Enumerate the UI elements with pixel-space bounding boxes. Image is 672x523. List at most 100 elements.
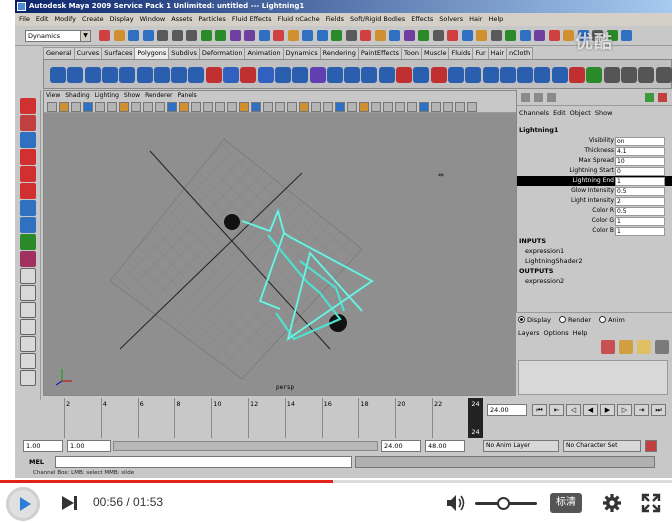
next-icon[interactable]	[60, 495, 80, 511]
menu-item-create[interactable]: Create	[82, 15, 104, 23]
menu-item-fields[interactable]: Fields	[326, 15, 344, 23]
status-line-tool-icon[interactable]	[244, 30, 255, 41]
play-forwards-button[interactable]: ▶	[600, 404, 615, 416]
polygon-tool-icon[interactable]	[153, 67, 170, 83]
viewport-tool-icon[interactable]	[251, 102, 261, 112]
layer-menu-layers[interactable]: Layers	[518, 329, 540, 337]
viewport-menu-shading[interactable]: Shading	[65, 92, 89, 99]
polygon-tool-icon[interactable]	[205, 67, 222, 83]
viewport-tool-icon[interactable]	[359, 102, 369, 112]
channel-box-menu-show[interactable]: Show	[595, 109, 613, 117]
viewport-tool-icon[interactable]	[335, 102, 345, 112]
attribute-value-field[interactable]: 1	[615, 217, 665, 226]
status-line-tool-icon[interactable]	[128, 30, 139, 41]
attribute-row[interactable]: Color B1	[517, 226, 672, 236]
status-line-tool-icon[interactable]	[287, 30, 299, 41]
viewport-tool-icon[interactable]	[47, 102, 57, 112]
viewport-tool-icon[interactable]	[275, 102, 285, 112]
menu-item-hair[interactable]: Hair	[469, 15, 482, 23]
status-line-tool-icon[interactable]	[171, 30, 183, 41]
shelf-tab-curves[interactable]: Curves	[73, 47, 103, 59]
shelf-tab-hair[interactable]: Hair	[487, 47, 508, 59]
gear-icon[interactable]	[602, 493, 622, 513]
polygon-tool-icon[interactable]	[101, 67, 118, 83]
attribute-name[interactable]: Color R	[592, 206, 614, 216]
menu-item-window[interactable]: Window	[140, 15, 166, 23]
menu-item-solvers[interactable]: Solvers	[439, 15, 463, 23]
layout-graph-icon[interactable]	[20, 336, 36, 352]
move-tool-icon[interactable]	[20, 149, 36, 165]
menu-item-effects[interactable]: Effects	[411, 15, 433, 23]
polygon-tool-icon[interactable]	[586, 67, 603, 83]
polygon-tool-icon[interactable]	[499, 67, 516, 83]
viewport-tool-icon[interactable]	[215, 102, 225, 112]
attribute-name[interactable]: Lightning Start	[569, 166, 614, 176]
polygon-tool-icon[interactable]	[465, 67, 482, 83]
attribute-row[interactable]: Color G1	[517, 216, 672, 226]
shelf-tab-rendering[interactable]: Rendering	[319, 47, 359, 59]
time-slider[interactable]: 2 4 6 8 10 12 14 16 18 20 22 24 24	[43, 398, 483, 438]
attribute-row[interactable]: Lightning Start 0	[517, 166, 672, 176]
polygon-tool-icon[interactable]	[326, 67, 343, 83]
viewport-tool-icon[interactable]	[455, 102, 465, 112]
step-back-key-button[interactable]: ⇤	[549, 404, 564, 416]
layer-list[interactable]	[518, 360, 668, 395]
animation-start-field[interactable]: 1.00	[23, 440, 63, 452]
shelf-tab-painteffects[interactable]: PaintEffects	[357, 47, 403, 59]
shelf-tab-polygons[interactable]: Polygons	[134, 47, 170, 59]
layer-radio-anim[interactable]: Anim	[599, 316, 625, 324]
viewport-tool-icon[interactable]	[131, 102, 141, 112]
status-line-tool-icon[interactable]	[403, 30, 415, 41]
status-line-tool-icon[interactable]	[563, 30, 574, 41]
character-set-select[interactable]: No Character Set	[563, 440, 641, 452]
soft-mod-icon[interactable]	[20, 217, 36, 233]
attribute-value-field[interactable]: 0	[615, 167, 665, 176]
attribute-row[interactable]: Glow Intensity 0.5	[517, 186, 672, 196]
attribute-value-field[interactable]: 4.1	[615, 147, 665, 156]
play-backwards-button[interactable]: ◀	[583, 404, 598, 416]
paint-select-icon[interactable]	[20, 132, 36, 148]
attribute-value-field[interactable]: 0.5	[615, 207, 665, 216]
status-line-tool-icon[interactable]	[519, 30, 531, 41]
viewport-tool-icon[interactable]	[383, 102, 393, 112]
layer-extra-icon[interactable]	[655, 340, 669, 354]
status-line-tool-icon[interactable]	[157, 30, 168, 41]
polygon-tool-icon[interactable]	[517, 67, 534, 83]
viewport-tool-icon[interactable]	[143, 102, 153, 112]
command-input[interactable]	[55, 456, 352, 468]
go-to-end-button[interactable]: ⏭	[651, 404, 666, 416]
new-layer-icon[interactable]	[601, 340, 615, 354]
polygon-tool-icon[interactable]	[638, 67, 655, 83]
play-button[interactable]	[6, 487, 40, 521]
progress-track[interactable]	[0, 480, 672, 483]
status-line-tool-icon[interactable]	[302, 30, 313, 41]
attribute-row[interactable]: Color R 0.5	[517, 206, 672, 216]
tool-settings-icon[interactable]	[645, 93, 654, 102]
channel-box-menu-channels[interactable]: Channels	[519, 109, 549, 117]
attribute-name[interactable]: Lightning End	[573, 176, 614, 186]
viewport-menu-renderer[interactable]: Renderer	[145, 92, 172, 99]
layout-hypergraph-icon[interactable]	[20, 353, 36, 369]
output-node[interactable]: expression2	[519, 276, 583, 286]
show-manipulator-icon[interactable]	[20, 234, 36, 250]
status-line-tool-icon[interactable]	[345, 30, 357, 41]
viewport-tool-icon[interactable]	[323, 102, 333, 112]
current-frame-field[interactable]: 24.00	[487, 404, 527, 416]
attribute-row[interactable]: Visibility on	[517, 136, 672, 146]
status-line-tool-icon[interactable]	[548, 30, 560, 41]
status-line-tool-icon[interactable]	[621, 30, 632, 41]
attribute-row[interactable]: Max Spread 10	[517, 156, 672, 166]
status-line-tool-icon[interactable]	[461, 30, 473, 41]
status-line-tool-icon[interactable]	[374, 30, 386, 41]
attribute-editor-tab-icon[interactable]	[547, 93, 556, 102]
layout-single-icon[interactable]	[20, 268, 36, 284]
layer-radio-display[interactable]: Display	[518, 316, 551, 324]
channel-box-tab-icon[interactable]	[521, 93, 530, 102]
status-line-tool-icon[interactable]	[447, 30, 458, 41]
layout-four-icon[interactable]	[20, 285, 36, 301]
menu-item-soft-rigid-bodies[interactable]: Soft/Rigid Bodies	[350, 15, 405, 23]
polygon-tool-icon[interactable]	[482, 67, 499, 83]
menu-item-assets[interactable]: Assets	[171, 15, 192, 23]
shelf-tab-fur[interactable]: Fur	[472, 47, 489, 59]
viewport-tool-icon[interactable]	[239, 102, 249, 112]
